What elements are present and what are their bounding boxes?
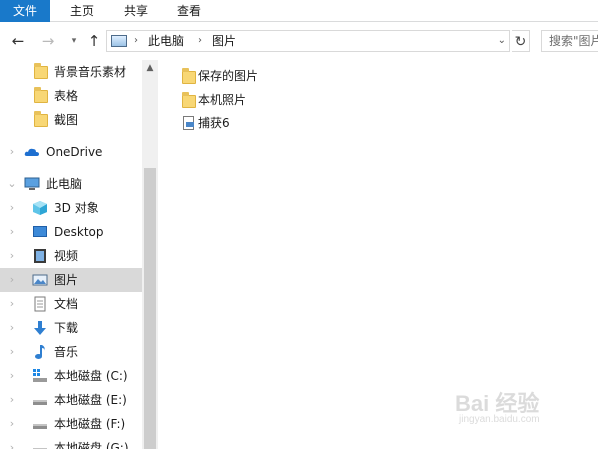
- address-bar[interactable]: › 此电脑 › 图片 ⌄: [106, 30, 510, 52]
- back-arrow-icon[interactable]: ←: [10, 33, 26, 49]
- address-dropdown-icon[interactable]: ⌄: [498, 31, 506, 51]
- sidebar-item-label: Desktop: [54, 225, 104, 239]
- sidebar-item-this-pc[interactable]: ⌄ 此电脑: [0, 172, 142, 196]
- pictures-icon: [32, 272, 48, 288]
- navigation-bar: ← → ▾ ↑ › 此电脑 › 图片 ⌄ ↻ 搜索"图片": [0, 22, 598, 60]
- chevron-right-icon[interactable]: ›: [7, 370, 17, 382]
- chevron-down-icon[interactable]: ⌄: [7, 178, 17, 190]
- chevron-right-icon[interactable]: ›: [7, 394, 17, 406]
- chevron-right-icon[interactable]: ›: [7, 442, 17, 449]
- sidebar-item-label: 图片: [54, 273, 79, 287]
- folder-icon: [182, 92, 196, 108]
- sidebar-item-videos[interactable]: › 视频: [0, 244, 142, 268]
- file-item-label: 捕获6: [198, 116, 230, 130]
- sidebar-item-label: 3D 对象: [54, 201, 99, 215]
- sidebar-item-screenshots[interactable]: 截图: [0, 108, 142, 132]
- desktop-icon: [32, 224, 48, 240]
- sidebar-item-label: 文档: [54, 297, 79, 311]
- forward-arrow-icon[interactable]: →: [40, 33, 56, 49]
- music-icon: [32, 344, 48, 360]
- file-item-label: 保存的图片: [198, 69, 259, 83]
- sidebar-item-documents[interactable]: › 文档: [0, 292, 142, 316]
- sidebar-item-drive-c[interactable]: › 本地磁盘 (C:): [0, 364, 142, 388]
- chevron-right-icon[interactable]: ›: [7, 146, 17, 158]
- folder-icon: [34, 87, 48, 103]
- file-item-camera-roll[interactable]: 本机照片: [180, 89, 300, 111]
- computer-icon: [24, 176, 40, 192]
- cube-3d-icon: [32, 200, 48, 216]
- image-file-icon: [183, 116, 194, 130]
- navigation-pane: 背景音乐素材 表格 截图 › OneDrive ⌄ 此电脑 › 3D 对象 ›: [0, 60, 142, 449]
- sidebar-item-tables[interactable]: 表格: [0, 84, 142, 108]
- tab-share[interactable]: 共享: [116, 0, 156, 22]
- sidebar-item-music[interactable]: › 音乐: [0, 340, 142, 364]
- search-input[interactable]: 搜索"图片": [541, 30, 598, 52]
- file-item-saved-pictures[interactable]: 保存的图片: [180, 65, 300, 87]
- drive-icon: [32, 392, 48, 408]
- chevron-right-icon[interactable]: ›: [7, 418, 17, 430]
- folder-icon: [182, 68, 196, 84]
- sidebar-item-3d-objects[interactable]: › 3D 对象: [0, 196, 142, 220]
- tab-home[interactable]: 主页: [62, 0, 102, 22]
- sidebar-item-label: 本地磁盘 (G:): [54, 441, 129, 449]
- sidebar-item-label: OneDrive: [46, 145, 103, 159]
- sidebar-item-label: 此电脑: [46, 177, 83, 191]
- sidebar-item-label: 表格: [54, 89, 79, 103]
- download-icon: [32, 320, 48, 336]
- breadcrumb-this-pc[interactable]: 此电脑: [148, 31, 184, 51]
- refresh-icon[interactable]: ↻: [512, 30, 530, 52]
- chevron-right-icon[interactable]: ›: [7, 202, 17, 214]
- sidebar-item-label: 视频: [54, 249, 79, 263]
- scroll-up-icon[interactable]: ▲: [142, 60, 158, 76]
- chevron-right-icon[interactable]: ›: [7, 250, 17, 262]
- sidebar-item-label: 本地磁盘 (E:): [54, 393, 127, 407]
- ribbon-tab-bar: 文件 主页 共享 查看: [0, 0, 598, 22]
- sidebar-item-drive-g[interactable]: › 本地磁盘 (G:): [0, 436, 142, 449]
- chevron-right-icon[interactable]: ›: [7, 226, 17, 238]
- sidebar-item-downloads[interactable]: › 下载: [0, 316, 142, 340]
- sidebar-item-desktop[interactable]: › Desktop: [0, 220, 142, 244]
- breadcrumb-pictures[interactable]: 图片: [212, 31, 236, 51]
- sidebar-item-onedrive[interactable]: › OneDrive: [0, 140, 142, 164]
- breadcrumb-separator-icon[interactable]: ›: [134, 31, 138, 51]
- folder-icon: [34, 63, 48, 79]
- sidebar-item-pictures[interactable]: › 图片: [0, 268, 142, 292]
- windows-drive-icon: [32, 368, 48, 384]
- up-arrow-icon[interactable]: ↑: [86, 33, 102, 49]
- chevron-right-icon[interactable]: ›: [7, 274, 17, 286]
- sidebar-item-bgm[interactable]: 背景音乐素材: [0, 60, 142, 84]
- chevron-right-icon[interactable]: ›: [7, 298, 17, 310]
- search-placeholder: 搜索"图片": [549, 34, 598, 48]
- sidebar-item-label: 本地磁盘 (C:): [54, 369, 128, 383]
- sidebar-item-label: 音乐: [54, 345, 79, 359]
- sidebar-item-label: 背景音乐素材: [54, 65, 127, 79]
- sidebar-item-drive-f[interactable]: › 本地磁盘 (F:): [0, 412, 142, 436]
- sidebar-item-label: 本地磁盘 (F:): [54, 417, 126, 431]
- scrollbar-thumb[interactable]: [144, 168, 156, 449]
- folder-icon: [34, 111, 48, 127]
- breadcrumb-separator-icon[interactable]: ›: [198, 31, 202, 51]
- chevron-down-icon[interactable]: ▾: [66, 33, 82, 49]
- tab-file[interactable]: 文件: [0, 0, 50, 22]
- video-icon: [32, 248, 48, 264]
- sidebar-scrollbar[interactable]: ▲: [142, 60, 158, 449]
- file-item-label: 本机照片: [198, 93, 247, 107]
- tab-view[interactable]: 查看: [169, 0, 209, 22]
- chevron-right-icon[interactable]: ›: [7, 322, 17, 334]
- documents-icon: [32, 296, 48, 312]
- drive-icon: [32, 440, 48, 449]
- drive-icon: [32, 416, 48, 432]
- watermark-url: jingyan.baidu.com: [459, 414, 540, 425]
- watermark-logo: Bai 经验 jingyan.baidu.com: [455, 386, 595, 434]
- pictures-location-icon: [111, 35, 127, 47]
- cloud-icon: [24, 144, 40, 160]
- sidebar-item-drive-e[interactable]: › 本地磁盘 (E:): [0, 388, 142, 412]
- sidebar-item-label: 下载: [54, 321, 79, 335]
- chevron-right-icon[interactable]: ›: [7, 346, 17, 358]
- file-item-capture6[interactable]: 捕获6: [180, 112, 300, 134]
- sidebar-item-label: 截图: [54, 113, 79, 127]
